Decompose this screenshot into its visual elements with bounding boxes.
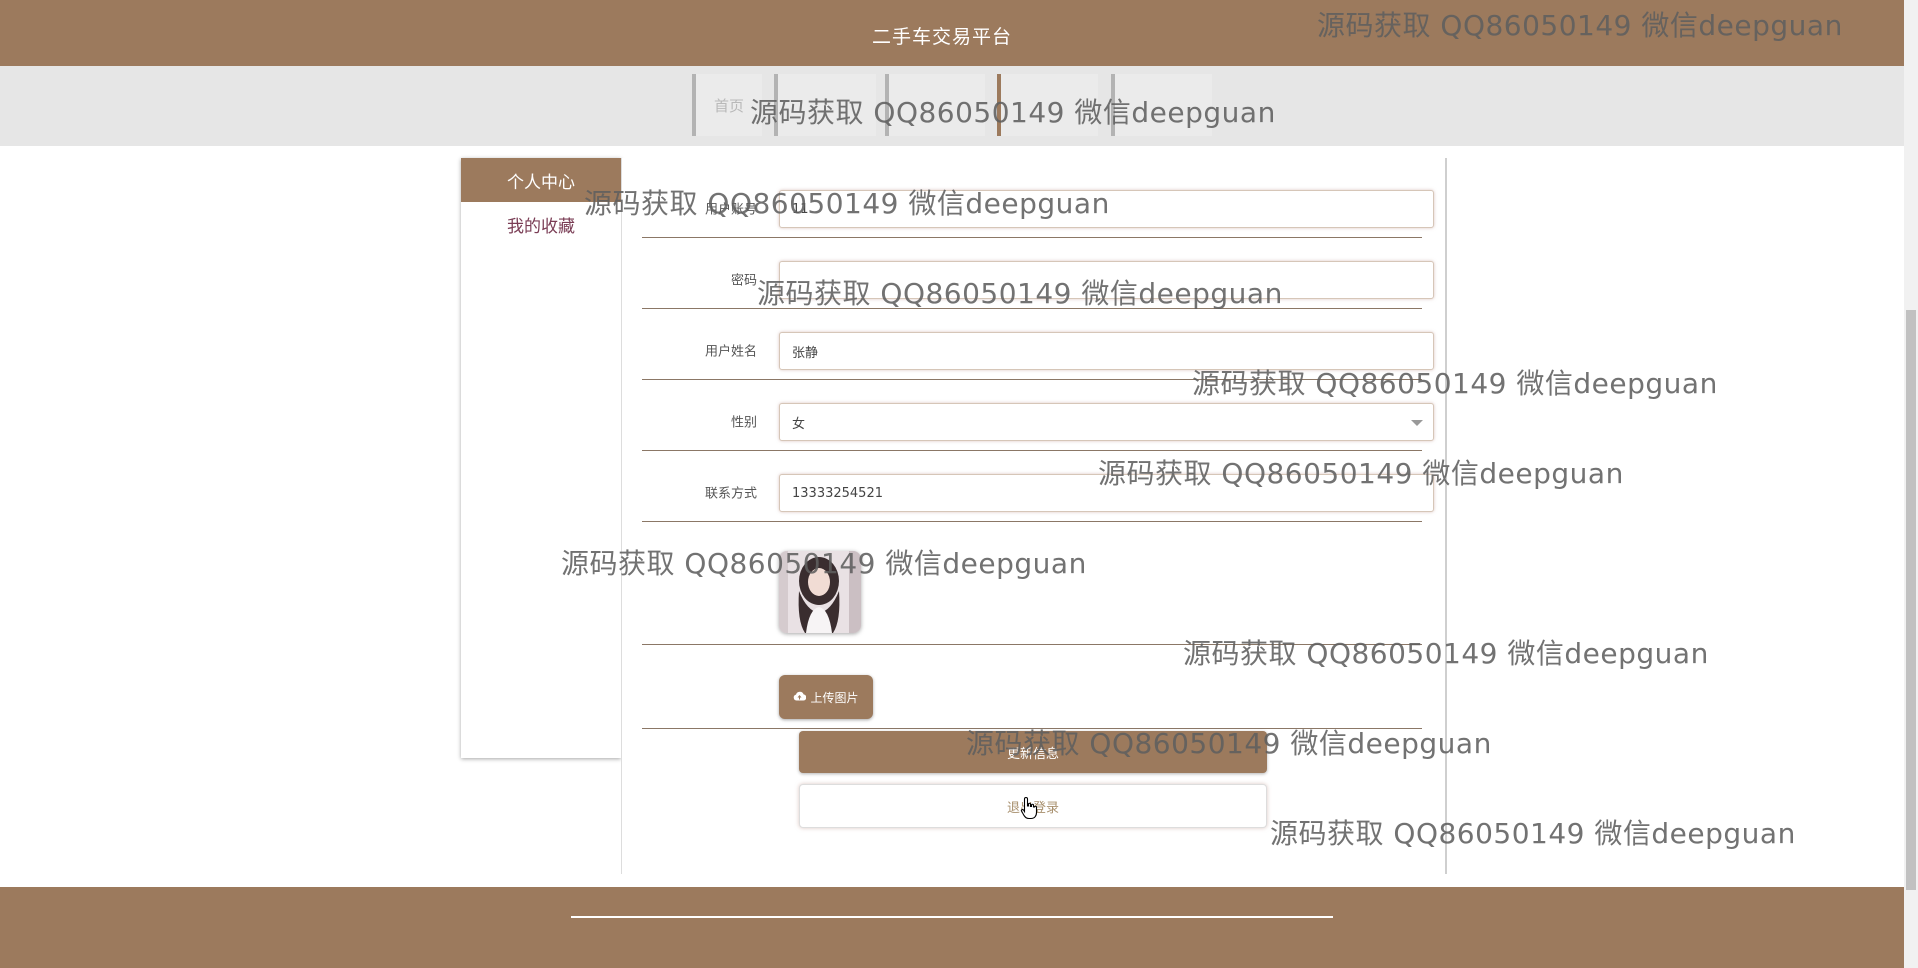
cloud-upload-icon — [793, 690, 807, 704]
phone-label: 联系方式 — [704, 486, 757, 501]
upload-image-label: 上传图片 — [810, 690, 859, 705]
sidebar: 个人中心 我的收藏 — [461, 158, 621, 758]
sidebar-title[interactable]: 个人中心 — [461, 158, 621, 202]
name-value: 张静 — [792, 345, 819, 361]
site-title: 二手车交易平台 — [871, 26, 1012, 48]
gender-value: 女 — [792, 416, 806, 432]
password-label: 密码 — [730, 273, 757, 288]
account-input[interactable]: 11 — [779, 190, 1434, 228]
gender-select[interactable]: 女 — [779, 403, 1434, 441]
hand-cursor-icon — [1020, 796, 1038, 820]
form-row-name: 用户姓名 张静 — [642, 320, 1434, 380]
form-row-account: 用户账号 11 — [642, 178, 1434, 238]
avatar-image — [779, 551, 861, 633]
update-info-button[interactable]: 更新信息 — [799, 731, 1267, 773]
account-value: 11 — [792, 201, 809, 217]
form-row-avatar — [642, 533, 1422, 645]
form-row-gender: 性别 女 — [642, 391, 1434, 451]
nav-item-personal-center[interactable] — [997, 74, 1098, 136]
name-label: 用户姓名 — [704, 344, 757, 359]
nav-item-5[interactable] — [1111, 74, 1212, 136]
scrollbar[interactable] — [1904, 0, 1918, 968]
profile-form-panel: 用户账号 11 密码 用户姓名 张静 性别 女 联系方式 13333254521 — [621, 158, 1447, 874]
scrollbar-thumb[interactable] — [1906, 310, 1916, 890]
nav-item-2[interactable] — [774, 74, 876, 136]
sidebar-item-favorites[interactable]: 我的收藏 — [461, 202, 621, 246]
gender-label: 性别 — [730, 415, 757, 430]
nav-item-3[interactable] — [885, 74, 985, 136]
chevron-down-icon — [1411, 420, 1423, 426]
footer-divider — [571, 916, 1333, 918]
upload-image-button[interactable]: 上传图片 — [779, 675, 873, 719]
footer — [0, 887, 1904, 968]
name-input[interactable]: 张静 — [779, 332, 1434, 370]
nav-bar: 首页 — [0, 66, 1904, 146]
password-input[interactable] — [779, 261, 1434, 299]
account-label: 用户账号 — [704, 202, 757, 217]
form-row-password: 密码 — [642, 249, 1434, 309]
nav-item-home[interactable]: 首页 — [692, 74, 762, 136]
form-row-phone: 联系方式 13333254521 — [642, 462, 1434, 522]
phone-value: 13333254521 — [792, 485, 883, 501]
top-header: 二手车交易平台 — [0, 0, 1904, 66]
phone-input[interactable]: 13333254521 — [779, 474, 1434, 512]
form-row-upload: 上传图片 — [642, 655, 1422, 729]
